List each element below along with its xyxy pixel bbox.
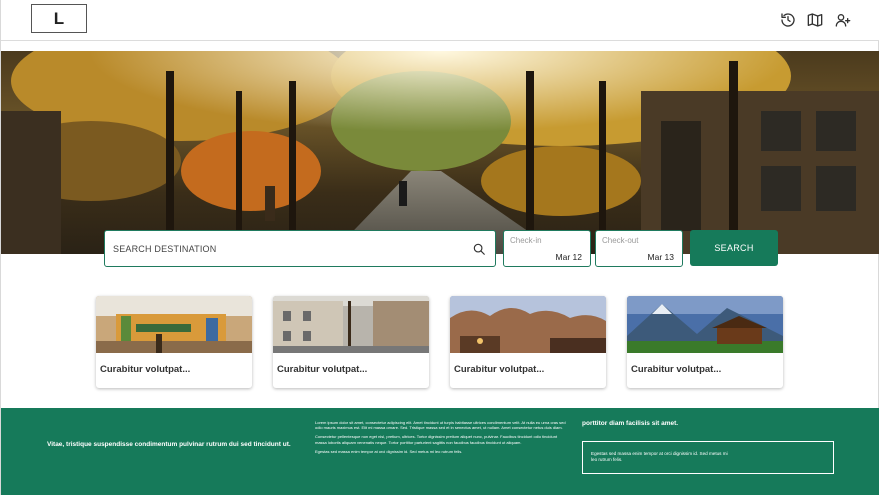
card-title: Curabitur volutpat... — [631, 364, 722, 375]
check-out-value: Mar 13 — [647, 252, 674, 262]
destination-card[interactable]: Curabitur volutpat... — [627, 296, 783, 388]
check-in-label: Check-in — [510, 236, 542, 245]
footer-body-text: Lorem ipsum dolor sit amet, consectetur … — [315, 420, 567, 458]
destination-search-input[interactable] — [113, 240, 453, 258]
card-title: Curabitur volutpat... — [454, 364, 545, 375]
destination-card[interactable]: Curabitur volutpat... — [273, 296, 429, 388]
card-title: Curabitur volutpat... — [100, 364, 191, 375]
card-image — [627, 296, 783, 353]
footer-right-title: porttitor diam facilisis sit amet. — [582, 420, 679, 427]
search-icon[interactable] — [472, 242, 486, 256]
page: L SEARCH DESTINATION Check-in Mar 12 Che… — [0, 0, 879, 495]
history-icon[interactable] — [780, 12, 796, 28]
logo[interactable]: L — [31, 4, 87, 33]
user-settings-icon[interactable] — [835, 12, 851, 28]
check-out-label: Check-out — [602, 236, 639, 245]
card-image — [273, 296, 429, 353]
card-image — [450, 296, 606, 353]
footer: Vitae, tristique suspendisse condimentum… — [1, 408, 879, 495]
footer-tagline: Vitae, tristique suspendisse condimentum… — [47, 441, 291, 448]
footer-paragraph: Consectetur pellentesque non eget nisl, … — [315, 434, 558, 445]
hero-image — [1, 51, 879, 254]
footer-paragraph: Lorem ipsum dolor sit amet, consectetur … — [315, 420, 566, 431]
map-icon[interactable] — [807, 12, 823, 28]
check-in-value: Mar 12 — [555, 252, 582, 262]
check-out-field[interactable]: Check-out Mar 13 — [595, 230, 683, 267]
card-title: Curabitur volutpat... — [277, 364, 368, 375]
destination-card[interactable]: Curabitur volutpat... — [450, 296, 606, 388]
destination-search-box — [104, 230, 496, 267]
card-image — [96, 296, 252, 353]
footer-paragraph: Egestas sed massa enim tempor at orci di… — [315, 448, 463, 454]
search-button[interactable]: SEARCH — [690, 230, 778, 266]
footer-info-panel: Egestas sed massa enim tempor at orci di… — [582, 441, 834, 474]
top-header: L — [1, 0, 879, 41]
destination-card[interactable]: Curabitur volutpat... — [96, 296, 252, 388]
footer-panel-text: Egestas sed massa enim tempor at orci di… — [591, 451, 728, 462]
check-in-field[interactable]: Check-in Mar 12 — [503, 230, 591, 267]
